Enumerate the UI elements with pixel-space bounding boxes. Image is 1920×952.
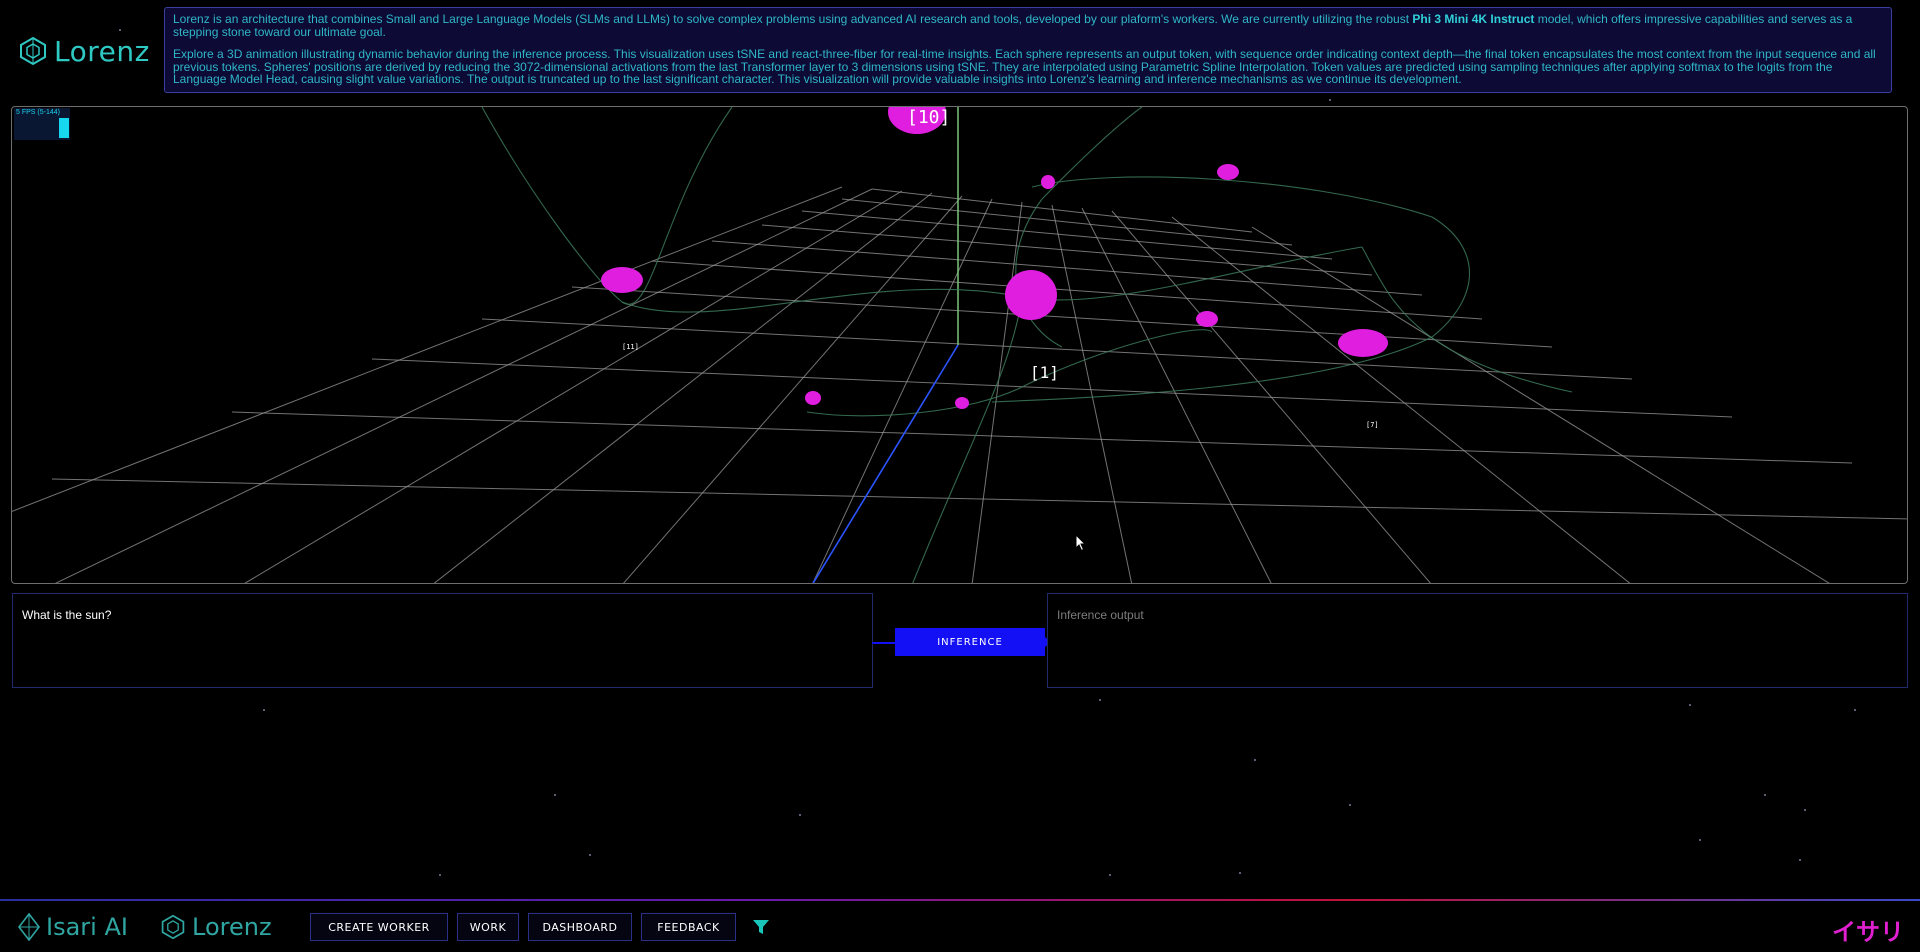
grid-line	[623, 195, 963, 583]
intro-paragraph-1: Lorenz is an architecture that combines …	[173, 13, 1883, 38]
star	[1699, 839, 1701, 841]
grid-line	[1251, 226, 1830, 583]
mouse-cursor-icon	[1075, 534, 1087, 552]
token-label: [10]	[907, 107, 951, 128]
grid-line	[812, 198, 993, 583]
fps-label: 5 FPS (5-144)	[16, 109, 60, 116]
token-label: [11]	[622, 343, 639, 351]
star	[1804, 809, 1806, 811]
intro-paragraph-2: Explore a 3D animation illustrating dyna…	[173, 47, 1876, 86]
spline-path	[912, 296, 1023, 583]
spline-path	[621, 246, 1363, 313]
grid-line	[1051, 204, 1133, 583]
grid-line	[231, 411, 1853, 464]
star	[1689, 704, 1691, 706]
inference-output-placeholder: Inference output	[1057, 608, 1144, 622]
star	[1764, 794, 1766, 796]
star	[1109, 874, 1111, 876]
filter-icon[interactable]	[752, 918, 770, 936]
inference-output-box[interactable]: Inference output	[1047, 593, 1908, 688]
grid-line	[841, 198, 1293, 246]
token-sphere	[601, 267, 643, 293]
spline-path	[1041, 107, 1143, 200]
star	[1099, 699, 1101, 701]
feedback-button[interactable]: FEEDBACK	[641, 913, 736, 941]
intro-panel: Lorenz is an architecture that combines …	[164, 7, 1892, 93]
star	[263, 709, 265, 711]
token-sphere	[1041, 175, 1055, 189]
star	[1349, 804, 1351, 806]
grid-line	[871, 188, 1253, 233]
grid-line	[51, 478, 1907, 520]
create-worker-button[interactable]: CREATE WORKER	[310, 913, 448, 941]
dashboard-button[interactable]: DASHBOARD	[528, 913, 632, 941]
token-sphere	[1196, 311, 1218, 327]
token-label: [7]	[1366, 421, 1379, 429]
star	[1254, 759, 1256, 761]
prompt-input[interactable]	[22, 608, 863, 622]
work-button[interactable]: WORK	[457, 913, 519, 941]
model-name: Phi 3 Mini 4K Instruct	[1412, 12, 1535, 26]
lorenz-brand-text: Lorenz	[192, 913, 272, 941]
token-visualization-canvas[interactable]: 5 FPS (5-144) [10] [1] [11] [7]	[11, 106, 1908, 584]
star	[554, 794, 556, 796]
lorenz-logo-text: Lorenz	[54, 34, 150, 68]
inference-button-wing	[872, 642, 896, 644]
star	[119, 29, 121, 31]
star	[439, 874, 441, 876]
grid-line	[571, 286, 1553, 348]
app-root: Lorenz Lorenz is an architecture that co…	[0, 0, 1920, 952]
prompt-textarea-container	[12, 593, 873, 688]
isari-japanese-logo: イサリ	[1832, 918, 1904, 946]
star	[1854, 709, 1856, 711]
grid-line	[711, 240, 1423, 296]
fps-meter: 5 FPS (5-144)	[14, 108, 70, 140]
token-sphere	[955, 397, 969, 409]
token-sphere	[1005, 270, 1057, 320]
lorenz-logo-icon	[20, 36, 46, 66]
isari-brand-text: Isari AI	[46, 913, 128, 941]
grid-line	[54, 188, 873, 583]
grid-line	[244, 190, 903, 583]
grid-line	[971, 201, 1023, 583]
star	[589, 854, 591, 856]
token-sphere	[1217, 164, 1239, 180]
footer-nav-bar: Isari AI Lorenz CREATE WORKER WORK DASHB…	[0, 901, 1920, 952]
scene-svg	[12, 107, 1907, 583]
lorenz-brand-link[interactable]: Lorenz	[160, 913, 272, 941]
spline-path	[806, 329, 1213, 417]
lorenz-header-logo[interactable]: Lorenz	[18, 34, 150, 68]
star	[1329, 99, 1331, 101]
star	[1239, 872, 1241, 874]
star	[799, 814, 801, 816]
token-sphere	[805, 391, 821, 405]
isari-logo-icon	[18, 913, 40, 941]
fps-bar	[59, 118, 69, 138]
token-label: [1]	[1030, 363, 1059, 382]
star	[1799, 859, 1801, 861]
token-sphere	[1338, 329, 1388, 357]
lorenz-logo-icon	[161, 914, 185, 940]
inference-button[interactable]: INFERENCE	[895, 628, 1045, 656]
isari-brand-link[interactable]: Isari AI	[18, 913, 128, 941]
